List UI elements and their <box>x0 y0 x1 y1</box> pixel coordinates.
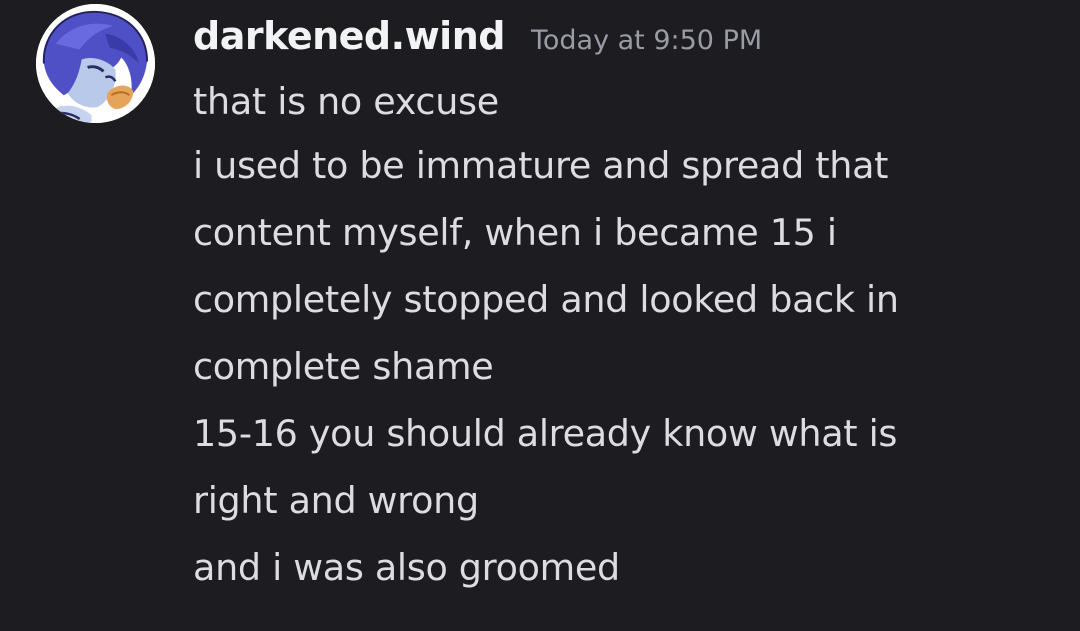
message-line: 15-16 you should already know what is <box>193 412 898 455</box>
message-header: darkened.wind Today at 9:50 PM <box>193 14 762 58</box>
message-line: content myself, when i became 15 i <box>193 211 837 254</box>
message-line: completely stopped and looked back in <box>193 278 899 321</box>
message-body: that is no excuse i used to be immature … <box>193 78 1053 601</box>
anime-character-avatar-icon <box>36 4 155 123</box>
username[interactable]: darkened.wind <box>193 14 505 58</box>
message-line: complete shame <box>193 345 494 388</box>
timestamp: Today at 9:50 PM <box>530 25 763 56</box>
message-line: that is no excuse <box>193 80 499 123</box>
avatar[interactable] <box>36 4 155 123</box>
message-line: and i was also groomed <box>193 546 620 589</box>
chat-message: darkened.wind Today at 9:50 PM that is n… <box>0 0 1080 631</box>
message-line: right and wrong <box>193 479 479 522</box>
message-line: i used to be immature and spread that <box>193 144 889 187</box>
